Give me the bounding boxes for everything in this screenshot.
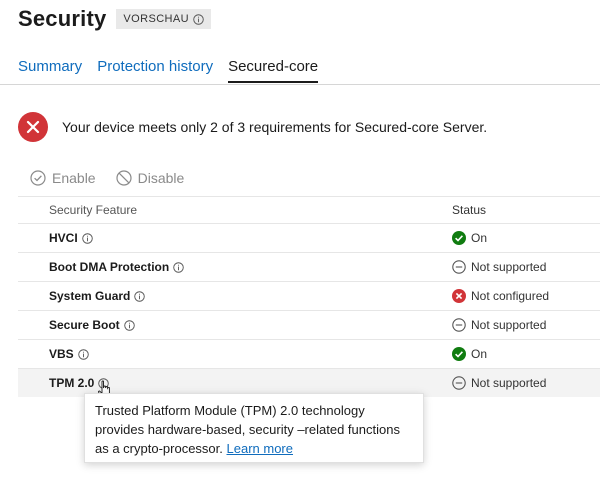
security-feature-table: Security Feature Status HVCI On Boot DMA P… [18, 196, 600, 397]
info-icon[interactable] [173, 261, 184, 273]
column-header-feature[interactable]: Security Feature [49, 203, 137, 217]
feature-name: Boot DMA Protection [49, 260, 170, 274]
page-header: Security VORSCHAU [18, 6, 211, 32]
minus-circle-icon [452, 260, 466, 274]
feature-cell: System Guard [49, 289, 146, 303]
table-row[interactable]: Boot DMA Protection Not supported [18, 252, 600, 281]
table-header-row: Security Feature Status [18, 196, 600, 223]
status-cell: Not supported [452, 318, 546, 332]
status-cell: On [452, 231, 487, 245]
block-icon [115, 170, 132, 186]
feature-name: Secure Boot [49, 318, 120, 332]
toolbar: Enable Disable [30, 170, 184, 186]
enable-label: Enable [52, 170, 96, 186]
info-icon[interactable] [134, 290, 146, 302]
tpm-tooltip: Trusted Platform Module (TPM) 2.0 techno… [84, 393, 424, 463]
status-text: On [471, 231, 488, 245]
status-text: Not supported [471, 260, 547, 274]
status-cell: Not supported [452, 260, 546, 274]
minus-circle-icon [452, 376, 466, 390]
feature-name: TPM 2.0 [49, 376, 95, 390]
status-cell: On [452, 347, 487, 361]
table-row[interactable]: VBS On [18, 339, 600, 368]
tab-protection-history[interactable]: Protection history [97, 58, 213, 83]
status-text: Not supported [471, 318, 547, 332]
table-row[interactable]: HVCI On [18, 223, 600, 252]
status-text: On [471, 347, 488, 361]
feature-name: System Guard [49, 289, 131, 303]
check-circle-icon [452, 347, 466, 361]
check-circle-icon [452, 231, 466, 245]
page-title: Security [18, 6, 107, 31]
tab-secured-core[interactable]: Secured-core [228, 58, 319, 83]
info-icon[interactable] [81, 232, 93, 244]
learn-more-link[interactable]: Learn more [227, 441, 293, 456]
minus-circle-icon [452, 318, 466, 332]
feature-cell: Boot DMA Protection [49, 260, 184, 274]
status-cell: Not configured [452, 289, 549, 303]
info-icon[interactable] [77, 348, 89, 360]
disable-button[interactable]: Disable [115, 170, 185, 186]
disable-label: Disable [137, 170, 185, 186]
preview-badge-label: VORSCHAU [123, 13, 189, 25]
error-circle-icon [452, 289, 466, 303]
table-row[interactable]: System Guard Not configured [18, 281, 600, 310]
feature-cell: Secure Boot [49, 318, 135, 332]
tab-bar: Summary Protection history Secured-core [18, 58, 319, 83]
check-circle-outline-icon [30, 170, 46, 186]
table-row[interactable]: Secure Boot Not supported [18, 310, 600, 339]
info-icon[interactable] [123, 319, 135, 331]
feature-name: HVCI [49, 231, 78, 245]
column-header-status[interactable]: Status [452, 203, 486, 217]
requirements-alert: Your device meets only 2 of 3 requiremen… [18, 112, 487, 142]
info-icon[interactable] [193, 13, 204, 25]
feature-cell: HVCI [49, 231, 93, 245]
tabs-divider [0, 84, 600, 85]
status-text: Not configured [471, 289, 550, 303]
status-cell: Not supported [452, 376, 546, 390]
tab-summary[interactable]: Summary [18, 58, 82, 83]
preview-badge: VORSCHAU [116, 9, 211, 29]
feature-cell: VBS [49, 347, 89, 361]
feature-name: VBS [49, 347, 74, 361]
status-text: Not supported [471, 376, 547, 390]
alert-message: Your device meets only 2 of 3 requiremen… [62, 119, 488, 135]
enable-button[interactable]: Enable [30, 170, 96, 186]
error-icon [18, 112, 48, 142]
